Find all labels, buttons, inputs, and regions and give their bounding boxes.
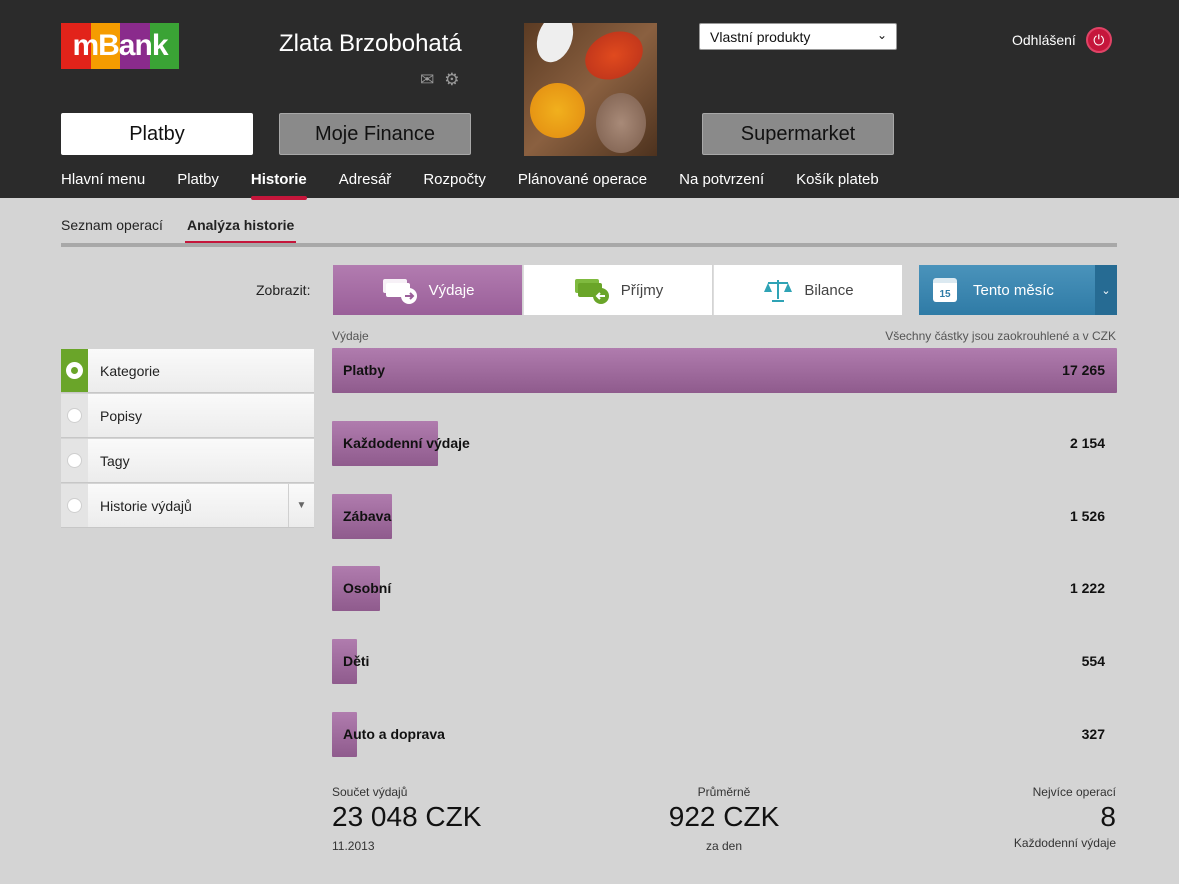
chart-bar-label: Auto a doprava: [343, 726, 445, 742]
chart-bar-value: 1 526: [1069, 508, 1105, 524]
subtabs: Seznam operací Analýza historie: [61, 217, 318, 244]
main-nav: Hlavní menu Platby Historie Adresář Rozp…: [61, 171, 911, 200]
vydaje-label: Výdaje: [428, 281, 475, 299]
chart-bar-value: 17 265: [1062, 362, 1105, 378]
balance-scale-icon: [764, 280, 793, 302]
chart-bar-label: Každodenní výdaje: [343, 435, 470, 451]
sum-value: 23 048 CZK: [332, 801, 482, 832]
chart-row[interactable]: Děti 554: [332, 639, 1117, 684]
chart-row[interactable]: Platby 17 265: [332, 348, 1117, 393]
chart-bar-value: 2 154: [1069, 435, 1105, 451]
sum-period: 11.2013: [332, 839, 375, 853]
mail-icon[interactable]: ✉: [420, 70, 434, 90]
tab-platby[interactable]: Platby: [61, 113, 253, 155]
user-name: Zlata Brzobohatá: [279, 30, 462, 57]
option-label: Kategorie: [100, 362, 160, 379]
nav-item-platby[interactable]: Platby: [177, 171, 219, 188]
avg-value: 922 CZK: [668, 801, 780, 832]
chart-title: Výdaje: [332, 329, 369, 343]
product-select-value: Vlastní produkty: [710, 29, 811, 45]
prijmy-label: Příjmy: [620, 281, 664, 299]
subtab-analyza-historie[interactable]: Analýza historie: [184, 217, 297, 244]
calendar-icon: 15: [933, 278, 957, 302]
most-label: Nejvíce operací: [1032, 785, 1116, 799]
subtabs-divider: [61, 243, 1117, 247]
prijmy-button[interactable]: Příjmy: [523, 265, 712, 315]
money-out-icon: [382, 279, 417, 304]
nav-item-na-potvrzeni[interactable]: Na potvrzení: [679, 171, 764, 188]
option-label: Popisy: [100, 407, 143, 424]
chart-row[interactable]: Auto a doprava 327: [332, 712, 1117, 757]
option-popisy[interactable]: Popisy: [61, 394, 314, 438]
chart-bar-label: Zábava: [343, 508, 392, 524]
bilance-button[interactable]: Bilance: [713, 265, 902, 315]
chevron-down-icon[interactable]: ⌄: [1095, 265, 1117, 315]
caret-down-icon[interactable]: ▼: [288, 484, 314, 527]
chart-row[interactable]: Zábava 1 526: [332, 494, 1117, 539]
header: mBank Zlata Brzobohatá ✉ ⚙ Vlastní produ…: [0, 0, 1179, 200]
nav-item-rozpocty[interactable]: Rozpočty: [423, 171, 486, 188]
logo-text: mBank: [72, 29, 168, 62]
product-select[interactable]: Vlastní produkty ⌄: [699, 23, 897, 50]
power-icon: ⏻: [1085, 27, 1112, 53]
option-historie-vydaju[interactable]: Historie výdajů ▼: [61, 484, 314, 528]
chart-bar-value: 554: [1081, 653, 1105, 669]
radio-selected[interactable]: [67, 363, 82, 378]
avg-unit: za den: [705, 839, 743, 853]
subtab-seznam-operaci[interactable]: Seznam operací: [61, 217, 163, 233]
most-value: 8: [1100, 801, 1116, 832]
chart-bar: [332, 348, 1117, 393]
chart-bar-value: 1 222: [1069, 580, 1105, 596]
mbank-logo[interactable]: mBank: [61, 23, 179, 69]
gear-icon[interactable]: ⚙: [444, 70, 459, 90]
logout-label: Odhlášení: [1012, 32, 1076, 48]
option-label: Historie výdajů: [100, 497, 192, 514]
chart-row[interactable]: Každodenní výdaje 2 154: [332, 421, 1117, 466]
nav-item-kosik-plateb[interactable]: Košík plateb: [796, 171, 879, 188]
option-label: Tagy: [100, 452, 130, 469]
tab-moje-finance[interactable]: Moje Finance: [279, 113, 471, 155]
chart-bar-label: Osobní: [343, 580, 392, 596]
logout-button[interactable]: Odhlášení ⏻: [1012, 27, 1112, 53]
tab-supermarket[interactable]: Supermarket: [702, 113, 894, 155]
chart-bar-label: Děti: [343, 653, 370, 669]
chart-row[interactable]: Osobní 1 222: [332, 566, 1117, 611]
radio[interactable]: [67, 408, 82, 423]
option-kategorie[interactable]: Kategorie: [61, 349, 314, 393]
chart-bar-label: Platby: [343, 362, 386, 378]
option-tagy[interactable]: Tagy: [61, 439, 314, 483]
chart-note: Všechny částky jsou zaokrouhlené a v CZK: [885, 329, 1116, 343]
money-in-icon: [574, 279, 609, 304]
nav-item-hlavni-menu[interactable]: Hlavní menu: [61, 171, 145, 188]
period-label: Tento měsíc: [973, 281, 1054, 299]
period-select[interactable]: 15 Tento měsíc ⌄: [919, 265, 1117, 315]
sum-label: Součet výdajů: [332, 785, 408, 799]
nav-item-planovane-operace[interactable]: Plánované operace: [518, 171, 647, 188]
radio[interactable]: [67, 453, 82, 468]
nav-item-adresar[interactable]: Adresář: [339, 171, 392, 188]
chevron-down-icon: ⌄: [876, 28, 887, 42]
avg-label: Průměrně: [697, 785, 751, 799]
radio[interactable]: [67, 498, 82, 513]
spices-photo: [524, 23, 657, 156]
filter-label: Zobrazit:: [256, 282, 311, 298]
bilance-label: Bilance: [804, 281, 854, 299]
vydaje-button[interactable]: Výdaje: [333, 265, 522, 315]
most-category: Každodenní výdaje: [1013, 836, 1116, 850]
chart-bar-value: 327: [1081, 726, 1105, 742]
user-icons: ✉ ⚙: [420, 70, 460, 90]
nav-item-historie[interactable]: Historie: [250, 171, 307, 200]
